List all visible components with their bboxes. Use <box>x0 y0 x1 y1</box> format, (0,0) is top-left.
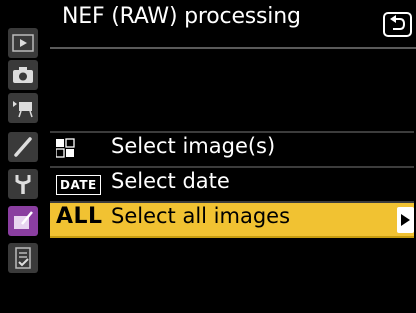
menu-item-label: Select image(s) <box>111 134 276 158</box>
menu-item-select-images[interactable]: Select image(s) <box>50 131 414 168</box>
menu-item-select-all-images[interactable]: ALL Select all images <box>50 203 414 238</box>
my-menu-tab[interactable] <box>8 243 38 273</box>
retouch-icon <box>14 211 33 229</box>
custom-settings-tab[interactable] <box>8 132 38 162</box>
my-menu-icon <box>15 247 31 269</box>
playback-icon <box>12 34 34 52</box>
setup-tab[interactable] <box>8 169 38 199</box>
return-arrow-icon <box>390 15 406 30</box>
menu-item-label: Select all images <box>111 204 291 228</box>
photo-shooting-tab[interactable] <box>8 60 38 90</box>
header: NEF (RAW) processing <box>50 0 416 58</box>
movie-shooting-tab[interactable] <box>8 93 38 123</box>
pencil-icon <box>14 137 32 157</box>
right-arrow-icon <box>401 214 410 226</box>
header-divider <box>50 47 416 49</box>
sidebar <box>0 0 50 313</box>
grid-icon <box>55 136 104 162</box>
back-button[interactable] <box>383 12 412 37</box>
menu-list: Select image(s) DATE Select date ALL Sel… <box>50 131 414 238</box>
menu-item-label: Select date <box>111 169 230 193</box>
menu-item-select-date[interactable]: DATE Select date <box>50 168 414 203</box>
date-tag: DATE <box>56 175 101 195</box>
movie-icon <box>13 101 33 118</box>
all-tag: ALL <box>56 204 103 229</box>
wrench-icon <box>15 175 31 194</box>
page-title: NEF (RAW) processing <box>62 4 301 29</box>
playback-tab[interactable] <box>8 28 38 58</box>
enter-submenu-button[interactable] <box>397 207 414 233</box>
retouch-tab[interactable] <box>8 206 38 236</box>
camera-icon <box>13 67 33 83</box>
